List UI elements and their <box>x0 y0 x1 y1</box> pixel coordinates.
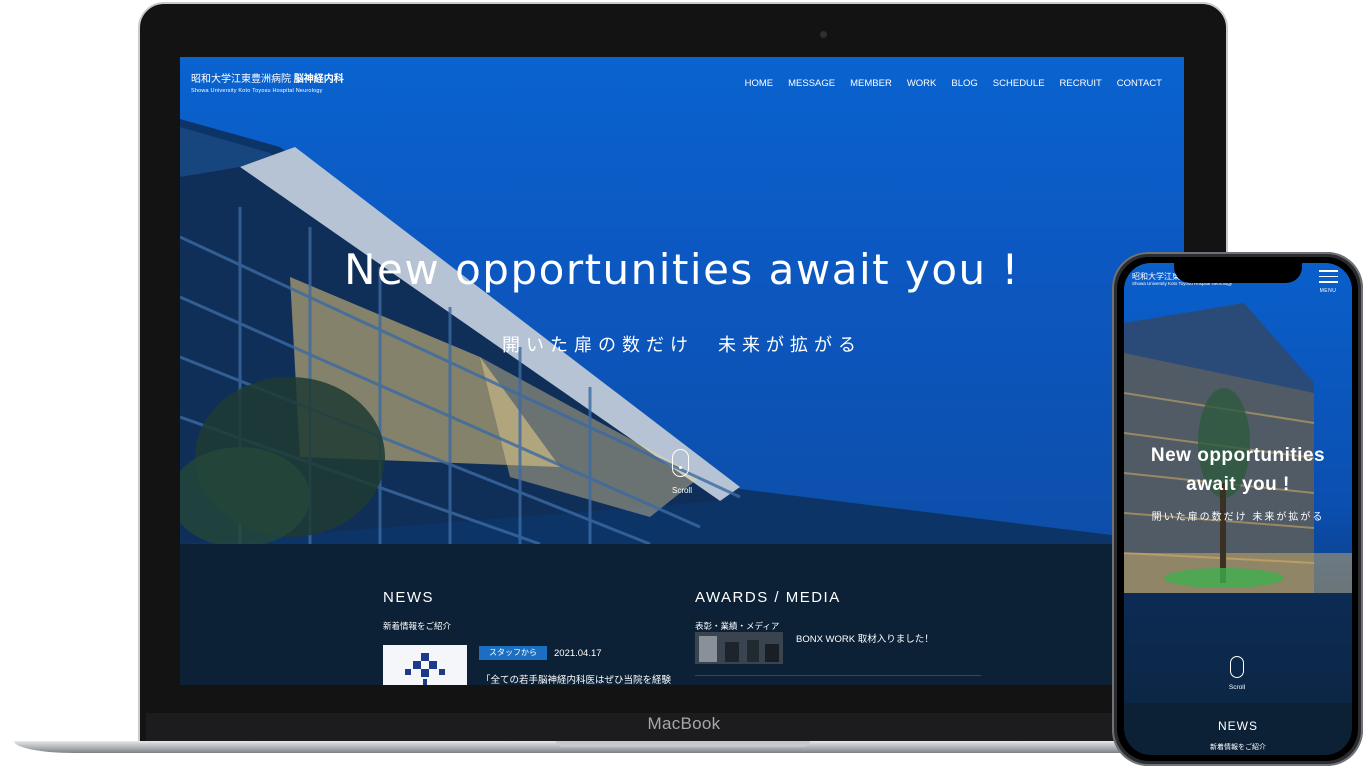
phone-scroll-label[interactable]: Scroll <box>1218 684 1256 691</box>
nav-member[interactable]: MEMBER <box>850 78 892 89</box>
news-media-section: NEWS 新着情報をご紹介 スタッフから 2021.04.17 「全ての若手脳神… <box>180 544 1184 685</box>
hero-subtitle: 開いた扉の数だけ 未来が拡がる <box>502 335 862 355</box>
news-date: 2021.04.17 <box>554 648 602 659</box>
camera-icon <box>820 31 827 38</box>
snowflake-logo-icon <box>405 653 445 685</box>
nav-home[interactable]: HOME <box>745 78 774 89</box>
media-photo-image <box>695 632 783 664</box>
main-nav: HOME MESSAGE MEMBER WORK BLOG SCHEDULE R… <box>745 78 1162 89</box>
news-heading: NEWS <box>383 589 434 606</box>
phone-hero-section: 昭和大学江東 Showa University Koto Toyosu Hosp… <box>1124 263 1352 703</box>
media-item-title[interactable]: BONX WORK 取材入りました！ <box>796 631 934 645</box>
divider <box>695 675 981 676</box>
nav-work[interactable]: WORK <box>907 78 937 89</box>
logo-title: 昭和大学江東豊洲病院 脳神経内科 <box>191 74 344 85</box>
nav-message[interactable]: MESSAGE <box>788 78 835 89</box>
phone-hero-subtitle: 開いた扉の数だけ 未来が拡がる <box>1151 512 1325 523</box>
laptop-chin: MacBook <box>146 713 1222 742</box>
phone-menu-label[interactable]: MENU <box>1315 288 1341 294</box>
hero-section: 昭和大学江東豊洲病院 脳神経内科 Showa University Koto T… <box>180 57 1184 544</box>
phone-hero-title-line1: New opportunities <box>1150 445 1326 466</box>
phone-screen: 昭和大学江東 Showa University Koto Toyosu Hosp… <box>1124 263 1352 755</box>
phone-notch <box>1174 261 1302 283</box>
phone-scroll-mouse-icon[interactable] <box>1230 656 1244 678</box>
nav-blog[interactable]: BLOG <box>951 78 977 89</box>
nav-recruit[interactable]: RECRUIT <box>1060 78 1102 89</box>
media-thumbnail[interactable] <box>695 632 783 664</box>
site-logo[interactable]: 昭和大学江東豊洲病院 脳神経内科 Showa University Koto T… <box>191 70 344 94</box>
scroll-mouse-icon[interactable] <box>672 449 689 477</box>
awards-subheading: 表彰・業績・メディア <box>695 621 780 631</box>
phone-hero-title-line2: await you ! <box>1186 474 1290 495</box>
news-subheading: 新着情報をご紹介 <box>383 621 452 631</box>
hero-title: New opportunities await you ! <box>344 245 1020 294</box>
laptop-brand-label: MacBook <box>647 714 721 733</box>
nav-schedule[interactable]: SCHEDULE <box>993 78 1045 89</box>
news-category-badge[interactable]: スタッフから <box>479 646 547 660</box>
phone-news-subheading: 新着情報をご紹介 <box>1210 744 1266 751</box>
scroll-label[interactable]: Scroll <box>662 486 702 495</box>
news-thumbnail[interactable] <box>383 645 467 685</box>
nav-contact[interactable]: CONTACT <box>1117 78 1162 89</box>
phone-news-heading: NEWS <box>1218 719 1258 733</box>
hamburger-menu-icon[interactable] <box>1319 270 1338 283</box>
laptop-base-notch <box>556 741 810 747</box>
logo-subtitle: Showa University Koto Toyosu Hospital Ne… <box>191 88 323 94</box>
awards-heading: AWARDS / MEDIA <box>695 589 841 606</box>
phone-hero-title: New opportunities await you ! <box>1124 441 1352 499</box>
news-item-title[interactable]: 「全ての若手脳神経内科医はぜひ当院を経験 <box>481 672 671 685</box>
laptop-screen: 昭和大学江東豊洲病院 脳神経内科 Showa University Koto T… <box>180 57 1184 685</box>
